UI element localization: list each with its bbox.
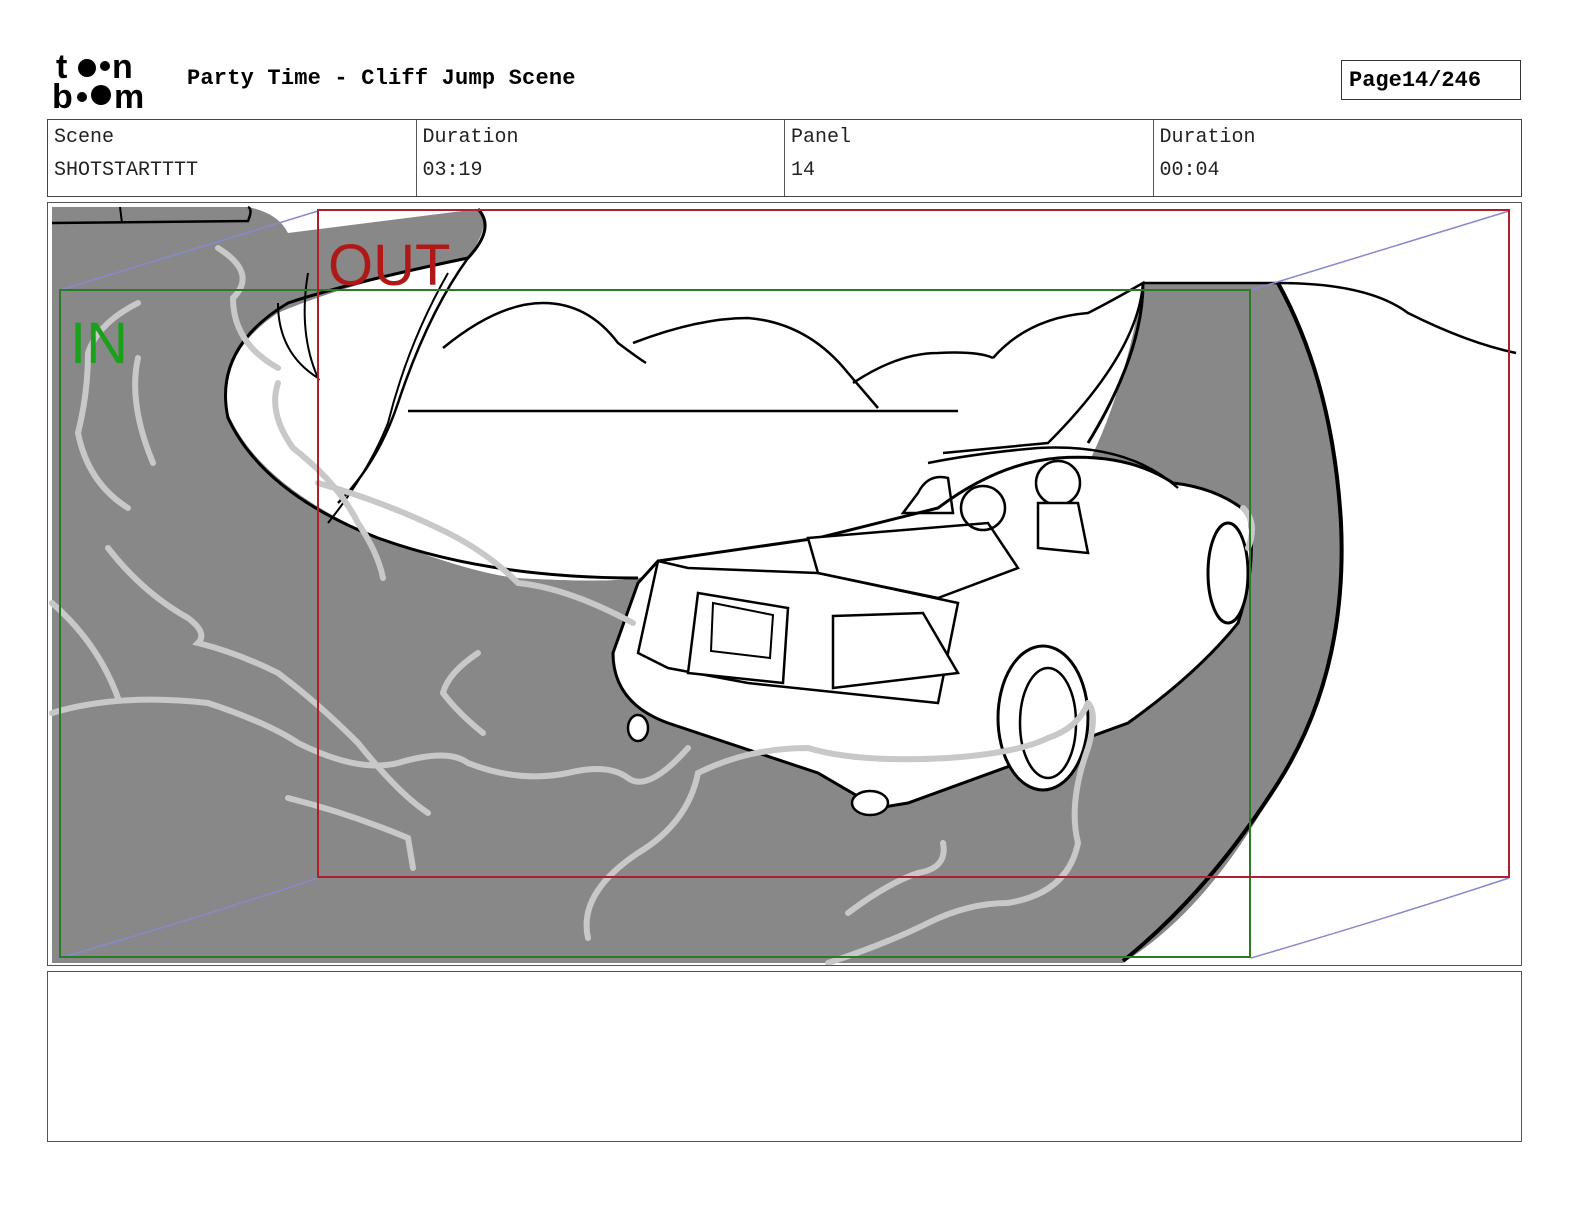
driver-head xyxy=(1034,459,1082,507)
out-label: OUT xyxy=(328,233,450,298)
panel-notes-box xyxy=(47,971,1522,1142)
panel-cell: Panel 14 xyxy=(784,120,1153,196)
front-wheel xyxy=(1206,521,1250,625)
scene-duration-value: 03:19 xyxy=(422,159,483,182)
scene-duration-label: Duration xyxy=(422,126,519,149)
storyboard-panel: IN OUT xyxy=(47,202,1522,966)
scene-value: SHOTSTARTTTT xyxy=(54,159,199,182)
page-indicator: Page 14/246 xyxy=(1341,60,1521,100)
svg-text:m: m xyxy=(114,78,144,112)
panel-sketch: IN OUT xyxy=(49,205,1517,965)
scene-duration-cell: Duration 03:19 xyxy=(415,120,785,196)
page-label: Page xyxy=(1349,67,1402,93)
scene-info-table: Scene SHOTSTARTTTT Duration 03:19 Panel … xyxy=(47,119,1522,197)
panel-duration-cell: Duration 00:04 xyxy=(1152,120,1522,196)
panel-duration-value: 00:04 xyxy=(1159,159,1220,182)
scene-cell: Scene SHOTSTARTTTT xyxy=(48,120,416,196)
panel-value: 14 xyxy=(791,159,816,182)
svg-text:b: b xyxy=(52,78,73,112)
in-label: IN xyxy=(70,311,128,376)
document-title: Party Time - Cliff Jump Scene xyxy=(187,66,576,91)
toon-boom-logo: t n b m xyxy=(52,50,144,112)
panel-label: Panel xyxy=(791,126,852,149)
page-number: 14/246 xyxy=(1401,67,1482,93)
panel-duration-label: Duration xyxy=(1159,126,1256,149)
scene-label: Scene xyxy=(54,126,115,149)
